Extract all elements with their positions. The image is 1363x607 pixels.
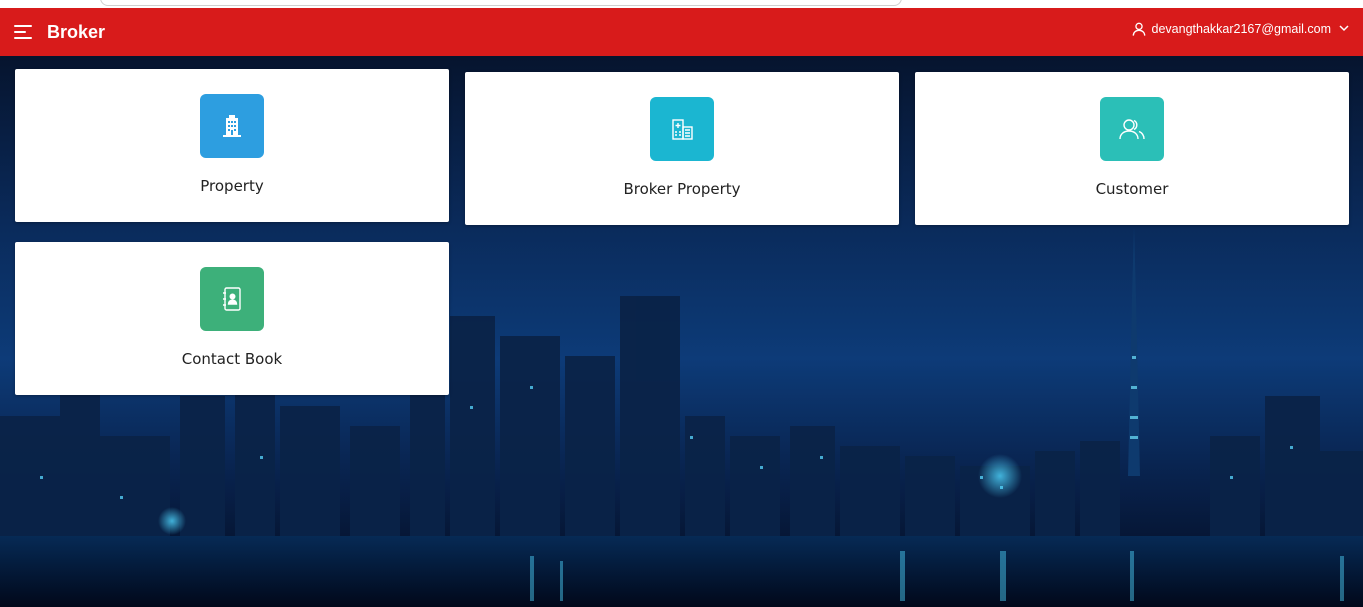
tile-property [200,94,264,158]
building-icon [223,115,241,137]
tile-contact-book [200,267,264,331]
hamburger-menu-icon[interactable] [14,25,32,39]
address-bar[interactable] [100,0,902,6]
user-email: devangthakkar2167@gmail.com [1151,22,1331,36]
chevron-down-icon [1339,23,1349,36]
contact-book-icon [223,287,241,311]
office-building-icon [672,119,693,140]
user-icon [1132,22,1145,36]
card-label: Property [200,177,264,195]
brand-title[interactable]: Broker [47,20,105,44]
card-label: Broker Property [623,180,741,198]
card-label: Customer [1095,180,1169,198]
browser-chrome-strip [0,0,1363,8]
tile-customer [1100,97,1164,161]
tile-broker-property [650,97,714,161]
card-customer[interactable]: Customer [915,72,1349,225]
card-broker-property[interactable]: Broker Property [465,72,899,225]
card-label: Contact Book [181,350,283,368]
card-contact-book[interactable]: Contact Book [15,242,449,395]
card-property[interactable]: Property [15,69,449,222]
users-icon [1119,119,1145,140]
top-navbar: Broker devangthakkar2167@gmail.com [0,8,1363,56]
user-menu[interactable]: devangthakkar2167@gmail.com [1132,22,1349,36]
